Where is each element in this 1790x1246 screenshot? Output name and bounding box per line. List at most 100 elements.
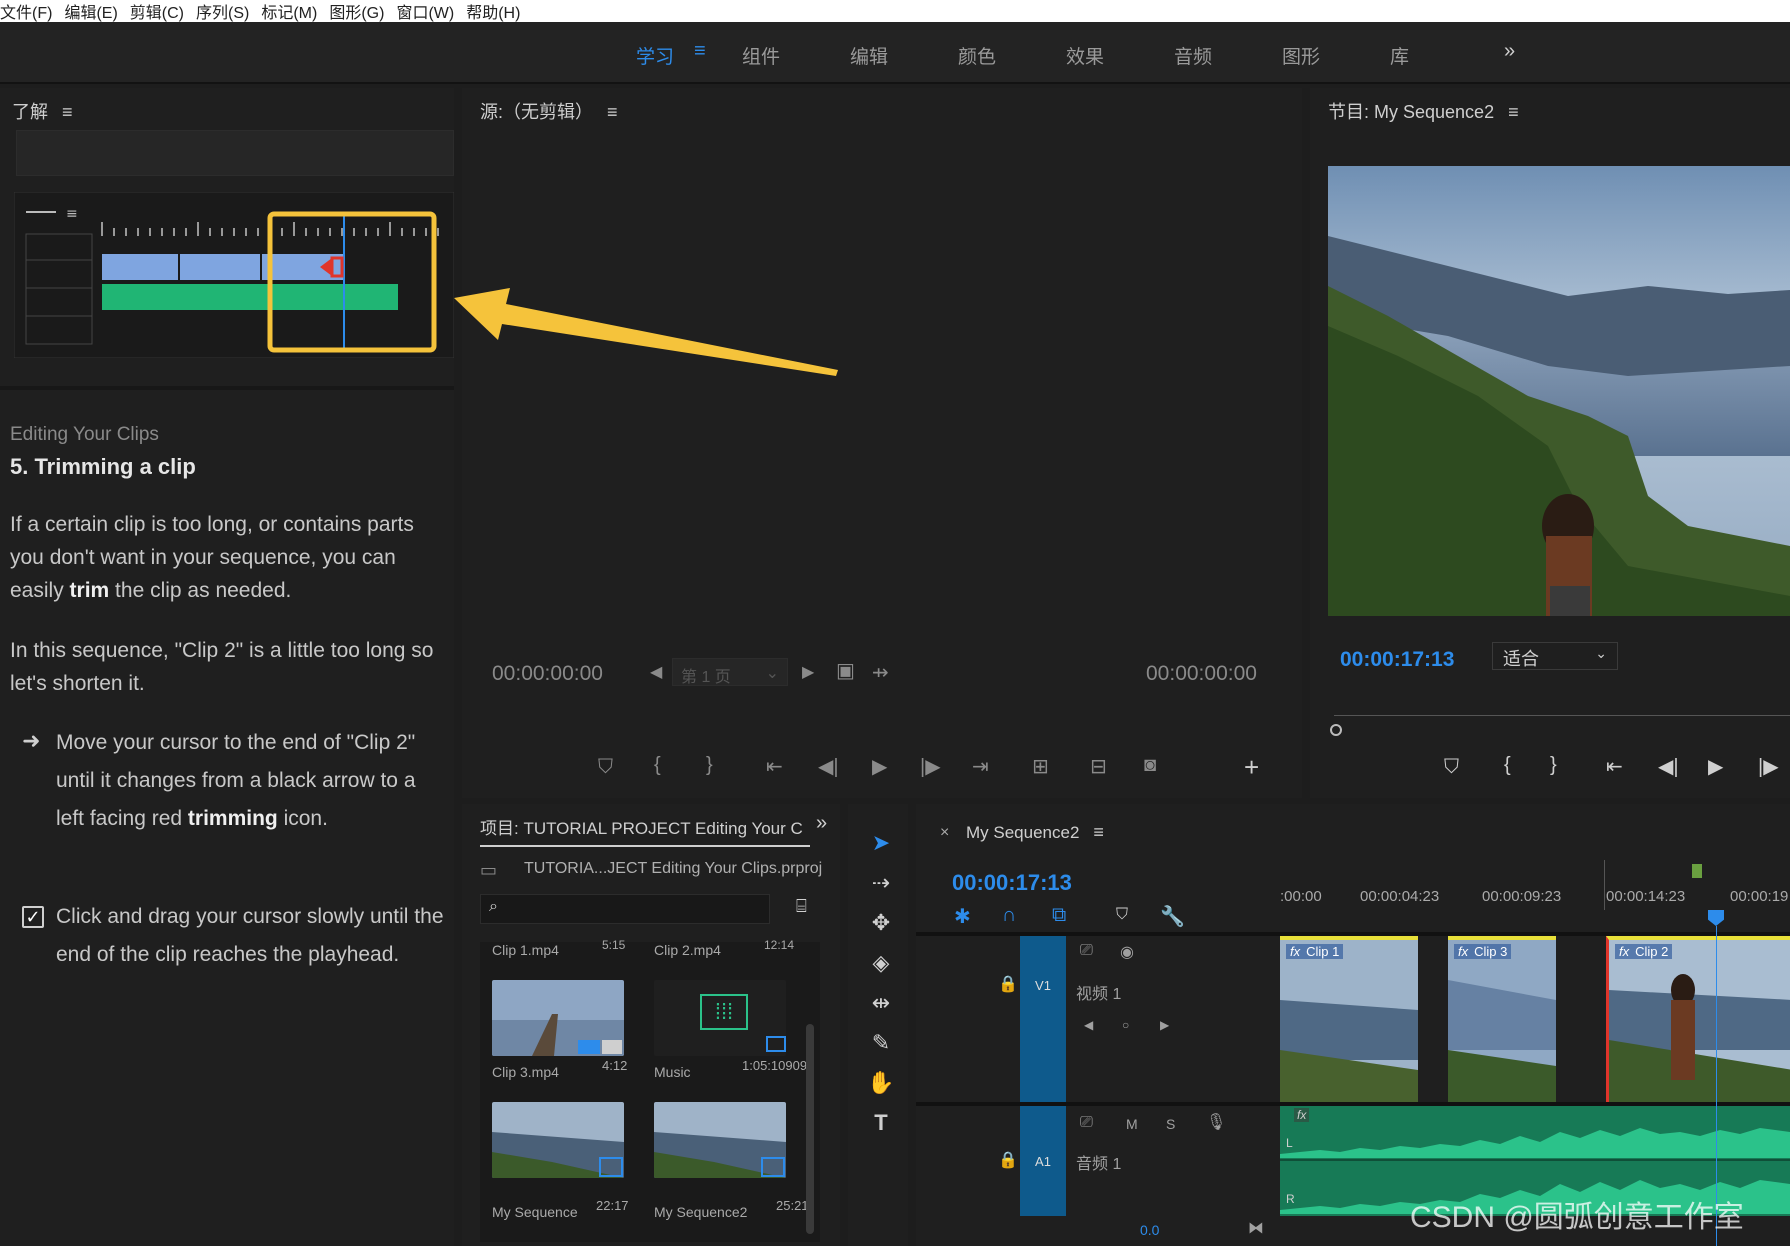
playhead-handle-icon[interactable] [1330,724,1342,736]
ripple-edit-tool-icon[interactable]: ✥ [866,908,896,938]
workspace-assembly[interactable]: 组件 [742,42,780,69]
mute-button[interactable]: M [1126,1116,1138,1132]
timeline-clip-3[interactable]: fx Clip 3 [1448,936,1556,1102]
more-panels-icon[interactable]: » [816,812,827,835]
item-name: My Sequence2 [654,1204,748,1220]
playhead-icon[interactable] [1708,910,1724,926]
timeline-clip-1[interactable]: fx Clip 1 [1280,936,1418,1102]
step-back-icon[interactable]: ◀| [818,754,839,779]
microphone-icon[interactable]: 🎙 [1206,1112,1226,1132]
project-search-input[interactable]: ⌕ [480,894,770,924]
selection-tool-icon[interactable]: ➤ [866,828,896,858]
panel-menu-icon[interactable]: ≡ [1508,102,1519,123]
step-forward-icon[interactable]: |▶ [1758,754,1779,779]
menu-graphics[interactable]: 图形(G) [329,0,392,23]
project-grid: Clip 1.mp4 5:15 Clip 2.mp4 12:14 ⁞⁞⁞ Cli… [480,938,820,1242]
ruler-label: :00:00 [1280,888,1322,905]
timeline-tab[interactable]: My Sequence2 ≡ [966,822,1104,843]
nest-icon[interactable]: ✱ [954,904,971,929]
eye-icon[interactable]: ◉ [1120,942,1134,962]
track-select-tool-icon[interactable]: ⇢ [866,868,896,898]
tools-panel: ➤ ⇢ ✥ ◈ ⇹ ✎ ✋ T [848,804,908,1246]
pen-tool-icon[interactable]: ✎ [866,1028,896,1058]
clip-label: fx Clip 2 [1615,944,1673,959]
v1-source-patch[interactable]: V1 [1020,936,1066,1102]
menu-clip[interactable]: 剪辑(C) [130,0,192,23]
mark-in-icon[interactable]: { [1504,754,1511,777]
volume-value[interactable]: 0.0 [1140,1222,1159,1238]
fit-select[interactable]: 适合 ⌄ [1492,642,1618,670]
insert-icon[interactable]: ▣ [836,658,855,683]
add-keyframe-icon[interactable]: ○ [1122,1018,1129,1032]
menu-file[interactable]: 文件(F) [0,0,60,23]
menu-marker[interactable]: 标记(M) [261,0,325,23]
menu-window[interactable]: 窗口(W) [396,0,462,23]
panel-menu-icon[interactable]: ≡ [62,102,73,123]
timeline-clip-2[interactable]: fx Clip 2 [1606,936,1790,1102]
go-to-in-icon[interactable]: ⇤ [766,754,783,779]
clip3-thumbnail[interactable] [492,980,624,1056]
panel-menu-icon[interactable]: ≡ [1093,822,1104,843]
linked-selection-icon[interactable]: ⧉ [1052,904,1066,927]
workspace-color[interactable]: 颜色 [958,42,996,69]
fx-badge: fx [1619,944,1630,959]
slip-tool-icon[interactable]: ⇹ [866,988,896,1018]
panel-menu-icon[interactable]: ≡ [607,102,618,123]
go-to-out-icon[interactable]: ⇥ [972,754,989,779]
mark-in-icon[interactable]: { [654,754,661,777]
wrench-icon[interactable]: 🔧 [1160,904,1185,929]
menu-help[interactable]: 帮助(H) [466,0,528,23]
sequence2-thumbnail[interactable] [654,1102,786,1178]
sequence-thumbnail[interactable] [492,1102,624,1178]
solo-button[interactable]: S [1166,1116,1175,1132]
step-forward-icon[interactable]: |▶ [920,754,941,779]
hand-tool-icon[interactable]: ✋ [866,1068,896,1098]
program-ruler[interactable] [1334,706,1790,716]
next-keyframe-icon[interactable]: ▶ [1160,1018,1169,1032]
workspace-audio[interactable]: 音频 [1174,42,1212,69]
mark-out-icon[interactable]: } [1550,754,1557,777]
close-tab-icon[interactable]: × [940,824,949,842]
prev-page-icon[interactable]: ◀ [650,662,662,682]
prev-keyframe-icon[interactable]: ◀ [1084,1018,1093,1032]
play-icon[interactable]: ▶ [1708,754,1723,779]
workspace-menu-icon[interactable]: ≡ [694,40,706,63]
camera-icon[interactable]: ◙ [1144,754,1156,777]
workspace-learning[interactable]: 学习 [636,42,674,69]
insert-clip-icon[interactable]: ⊞ [1032,754,1049,779]
lock-icon[interactable]: 🔒 [998,974,1018,994]
page-select[interactable]: 第 1 页 ⌄ [672,658,788,686]
checkbox-checked-icon[interactable]: ✓ [22,906,44,928]
project-scrollbar[interactable] [806,1024,814,1234]
workspace-editing[interactable]: 编辑 [850,42,888,69]
menu-sequence[interactable]: 序列(S) [196,0,257,23]
type-tool-icon[interactable]: T [866,1108,896,1138]
menu-edit[interactable]: 编辑(E) [64,0,125,23]
add-marker-icon[interactable]: ⛉ [1116,906,1128,924]
razor-tool-icon[interactable]: ◈ [866,948,896,978]
a1-source-patch[interactable]: A1 [1020,1106,1066,1216]
next-page-icon[interactable]: ▶ [802,662,814,682]
add-marker-icon[interactable]: ⛉ [1444,756,1459,779]
snap-icon[interactable]: ∩ [1002,904,1016,927]
workspace-libraries[interactable]: 库 [1390,42,1409,69]
mark-out-icon[interactable]: } [706,754,713,777]
zoom-handle-icon[interactable]: ⧓ [1248,1218,1264,1238]
timeline-timecode[interactable]: 00:00:17:13 [952,870,1072,896]
workspace-graphics[interactable]: 图形 [1282,42,1320,69]
add-marker-icon[interactable]: ⛉ [598,756,613,779]
drag-video-icon[interactable]: ⇸ [872,660,889,685]
music-thumbnail[interactable]: ⁞⁞⁞ [654,980,786,1056]
play-icon[interactable]: ▶ [872,754,887,779]
workspace-effects[interactable]: 效果 [1066,42,1104,69]
lock-icon[interactable]: 🔒 [998,1150,1018,1170]
overwrite-icon[interactable]: ⊟ [1090,754,1107,779]
new-search-bin-icon[interactable]: ⌸ [796,896,807,917]
step-back-icon[interactable]: ◀| [1658,754,1679,779]
more-workspaces-icon[interactable]: » [1504,40,1515,63]
toggle-output-icon[interactable]: ⎚ [1080,1114,1093,1132]
add-button-icon[interactable]: + [1244,752,1259,783]
toggle-sync-lock-icon[interactable]: ⎚ [1080,942,1093,960]
go-to-in-icon[interactable]: ⇤ [1606,754,1623,779]
program-timecode[interactable]: 00:00:17:13 [1340,648,1454,672]
